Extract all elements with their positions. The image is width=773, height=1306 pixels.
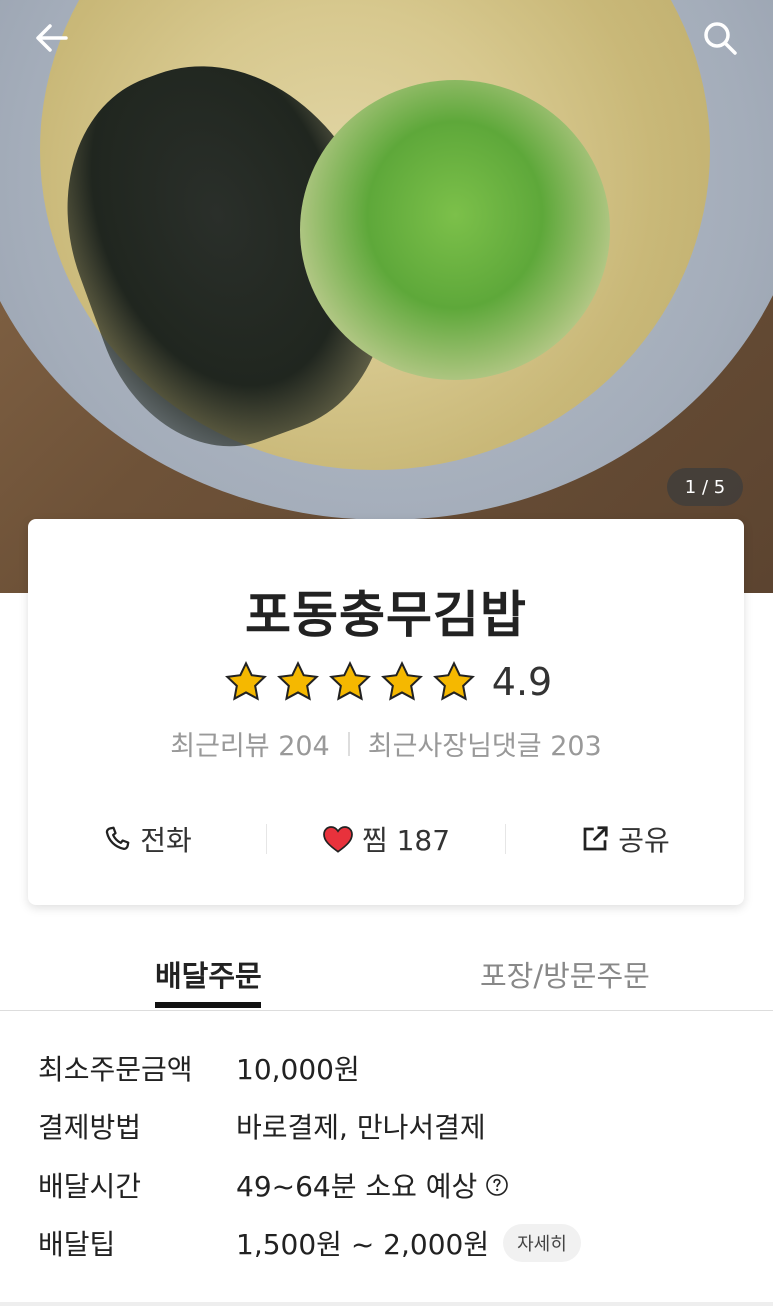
delivery-time-value-wrap: 49~64분 소요 예상 — [236, 1165, 509, 1205]
rating-score: 4.9 — [491, 660, 553, 704]
share-label: 공유 — [618, 824, 670, 857]
search-button[interactable] — [698, 16, 742, 60]
rating-row: 4.9 — [28, 657, 744, 707]
favorite-label: 찜 187 — [361, 824, 451, 857]
back-button[interactable] — [30, 16, 74, 60]
recent-reviews-link[interactable]: 최근리뷰 204 — [170, 724, 329, 763]
delivery-tip-value-wrap: 1,500원 ~ 2,000원 자세히 — [236, 1223, 581, 1263]
section-divider — [0, 1302, 773, 1306]
search-icon — [704, 22, 737, 55]
delivery-tip-value: 1,500원 ~ 2,000원 — [236, 1228, 490, 1261]
delivery-time-value: 49~64분 소요 예상 — [236, 1170, 478, 1203]
star-icon — [328, 660, 371, 701]
arrow-left-icon — [36, 24, 68, 52]
review-stats: 최근리뷰 204 최근사장님댓글 203 — [28, 724, 744, 763]
star-icon — [380, 660, 423, 701]
green-onion-topping — [300, 80, 610, 380]
photo-page-counter: 1 / 5 — [667, 468, 743, 506]
min-order-value: 10,000원 — [236, 1053, 360, 1086]
share-icon — [583, 826, 608, 851]
help-icon[interactable] — [485, 1173, 509, 1197]
payment-value: 바로결제, 만나서결제 — [236, 1111, 486, 1144]
tip-detail-button[interactable]: 자세히 — [503, 1224, 581, 1262]
owner-replies-link[interactable]: 최근사장님댓글 203 — [368, 724, 602, 763]
star-icon — [276, 660, 319, 701]
divider — [347, 731, 350, 756]
order-type-tabs: 배달주문 포장/방문주문 — [0, 935, 773, 1011]
star-icon — [432, 660, 475, 701]
phone-icon — [106, 826, 130, 850]
store-info-card: 포동충무김밥 4.9 최근리뷰 204 최근사장님댓글 203 전화 찜 187 — [28, 519, 744, 905]
payment-label: 결제방법 — [38, 1111, 142, 1144]
star-icon — [224, 660, 267, 701]
share-button[interactable]: 공유 — [506, 819, 744, 859]
favorite-button[interactable]: 찜 187 — [267, 819, 505, 859]
payment-row: 결제방법 바로결제, 만나서결제 — [38, 1106, 486, 1146]
delivery-tip-row: 배달팁 1,500원 ~ 2,000원 자세히 — [38, 1223, 581, 1263]
active-tab-indicator — [155, 1002, 261, 1008]
call-button[interactable]: 전화 — [28, 819, 266, 859]
call-label: 전화 — [140, 824, 192, 857]
heart-icon — [323, 826, 353, 853]
store-name: 포동충무김밥 — [245, 586, 527, 644]
delivery-time-label: 배달시간 — [38, 1170, 142, 1203]
action-row: 전화 찜 187 공유 — [28, 814, 744, 864]
delivery-tip-label: 배달팁 — [38, 1228, 116, 1261]
min-order-row: 최소주문금액 10,000원 — [38, 1048, 360, 1088]
store-photo[interactable]: 1 / 5 — [0, 0, 773, 593]
delivery-time-row: 배달시간 49~64분 소요 예상 — [38, 1165, 509, 1205]
tab-pickup[interactable]: 포장/방문주문 — [480, 953, 650, 995]
tab-delivery[interactable]: 배달주문 — [155, 953, 262, 995]
min-order-label: 최소주문금액 — [38, 1053, 193, 1086]
